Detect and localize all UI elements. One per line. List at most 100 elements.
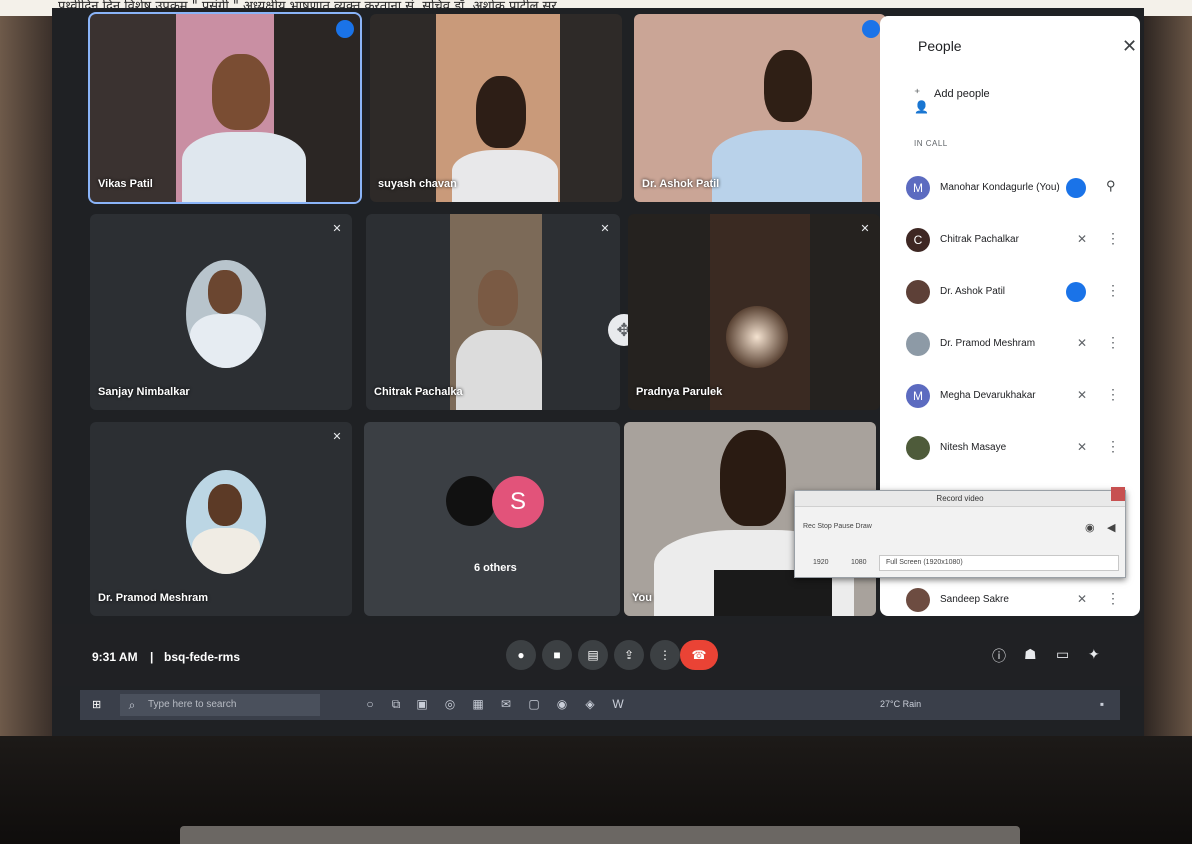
app-icon[interactable]: ◈ (582, 696, 598, 712)
word-icon[interactable]: W (610, 696, 626, 712)
dialog-title: Record video (936, 494, 984, 503)
more-vert-icon[interactable]: ⋮ (1106, 282, 1120, 299)
participant-avatar (906, 436, 930, 460)
separator: | (150, 650, 154, 664)
windows-taskbar: ⊞ ⌕ Type here to search ○ ⧉ ▣ ◎ ▦ ✉ ▢ ◉ … (80, 690, 1120, 720)
participant-row[interactable]: Dr. Ashok Patil ⋮ (906, 280, 1130, 308)
more-vert-icon[interactable]: ⋮ (1106, 438, 1120, 455)
close-icon[interactable]: ✕ (1122, 36, 1137, 57)
mic-button[interactable]: ● (506, 640, 536, 670)
chrome-icon[interactable]: ◉ (554, 696, 570, 712)
others-count-label: 6 others (474, 562, 517, 574)
tile-name-label: You (632, 592, 652, 604)
end-call-button[interactable]: ☎ (680, 640, 718, 670)
search-icon: ⌕ (128, 698, 136, 712)
participant-name: Sandeep Sakre (940, 594, 1009, 605)
participant-head (478, 270, 518, 326)
captions-button[interactable]: ▤ (578, 640, 608, 670)
participant-row[interactable]: Sandeep Sakre ✕ ⋮ (906, 588, 1130, 616)
resolution-select[interactable]: Full Screen (1920x1080) (879, 555, 1119, 571)
video-tile-suyash-chavan[interactable]: suyash chavan (370, 14, 622, 202)
participant-shirt (712, 130, 862, 202)
participant-avatar: C (906, 228, 930, 252)
tile-name-label: Pradnya Parulek (636, 386, 723, 398)
pin-icon[interactable]: ⚲ (1106, 178, 1116, 194)
task-view-icon[interactable]: ⧉ (388, 696, 404, 712)
speaking-indicator-icon (862, 20, 880, 38)
present-button[interactable]: ⇪ (614, 640, 644, 670)
system-tray-weather[interactable]: 27°C Rain (880, 699, 921, 709)
video-tile-others[interactable]: S 6 others (364, 422, 620, 616)
store-icon[interactable]: ▣ (414, 696, 430, 712)
search-placeholder: Type here to search (148, 699, 237, 710)
close-icon[interactable] (1111, 487, 1125, 501)
height-field[interactable]: 1080 (851, 559, 867, 566)
webcam-icon[interactable]: ◉ (1085, 521, 1095, 534)
video-tile-dr-pramod-meshram[interactable]: ✕ Dr. Pramod Meshram (90, 422, 352, 616)
add-people-button[interactable]: Add people (934, 88, 990, 100)
file-explorer-icon[interactable]: ▦ (470, 696, 486, 712)
participant-avatar (906, 280, 930, 304)
laptop-screen: Vikas Patil suyash chavan Dr. Ashok Pati… (52, 8, 1144, 736)
participant-row[interactable]: Nitesh Masaye ✕ ⋮ (906, 436, 1130, 464)
participant-name: Megha Devarukhakar (940, 390, 1036, 401)
participant-name: Manohar Kondagurle (You) (940, 182, 1060, 193)
more-vert-icon[interactable]: ⋮ (1106, 590, 1120, 607)
more-options-icon[interactable] (1066, 178, 1086, 198)
mic-off-icon: ✕ (332, 431, 342, 443)
participant-initial-avatar: S (492, 476, 544, 528)
participant-name: Dr. Ashok Patil (940, 286, 1006, 297)
more-vert-icon[interactable]: ⋮ (1106, 230, 1120, 247)
participant-shirt (182, 132, 306, 202)
dialog-titlebar: Record video (795, 487, 1125, 507)
more-options-button[interactable]: ⋮ (650, 640, 680, 670)
mic-off-icon: ✕ (1076, 388, 1088, 402)
video-tile-dr-ashok-patil[interactable]: Dr. Ashok Patil (634, 14, 886, 202)
mic-off-icon: ✕ (600, 223, 610, 235)
app-icon[interactable]: ▢ (526, 696, 542, 712)
participant-avatar (906, 332, 930, 356)
participant-row[interactable]: M Megha Devarukhakar ✕ ⋮ (906, 384, 1130, 412)
windows-logo-icon[interactable]: ⊞ (92, 699, 104, 711)
width-field[interactable]: 1920 (813, 559, 829, 566)
video-tile-chitrak-pachalkar[interactable]: ✕ Chitrak Pachalka (366, 214, 620, 410)
mail-icon[interactable]: ✉ (498, 696, 514, 712)
meeting-controls-bar: 9:31 AM | bsq-fede-rms ● ■ ▤ ⇪ ⋮ ☎ ⓘ ☗ ▭… (52, 624, 1144, 686)
tile-name-label: Dr. Pramod Meshram (98, 592, 209, 604)
light-glare (726, 306, 788, 368)
video-tile-pradnya-parulekar[interactable]: ✕ Pradnya Parulek (628, 214, 880, 410)
speaking-indicator-icon (1066, 282, 1086, 302)
add-person-icon[interactable]: ⁺👤 (914, 86, 930, 114)
notification-icon[interactable]: ▪ (1094, 696, 1110, 712)
activities-icon[interactable]: ✦ (1088, 646, 1100, 663)
participant-photo (186, 470, 266, 574)
in-call-section-label: IN CALL (914, 139, 948, 148)
cortana-icon[interactable]: ○ (362, 696, 378, 712)
participant-row[interactable]: C Chitrak Pachalkar ✕ ⋮ (906, 228, 1130, 256)
info-icon[interactable]: ⓘ (992, 646, 1006, 666)
audio-icon[interactable]: ◀ (1107, 521, 1115, 534)
video-tile-vikas-patil[interactable]: Vikas Patil (90, 14, 360, 202)
chat-icon[interactable]: ▭ (1056, 646, 1069, 663)
camera-button[interactable]: ■ (542, 640, 572, 670)
participant-avatar (446, 476, 496, 526)
participant-name: Chitrak Pachalkar (940, 234, 1019, 245)
participant-row[interactable]: M Manohar Kondagurle (You) ⚲ (906, 176, 1130, 204)
participant-shirt (452, 150, 558, 202)
video-tile-sanjay-nimbalkar[interactable]: ✕ Sanjay Nimbalkar (90, 214, 352, 410)
laptop-bezel-left (0, 16, 52, 844)
participant-photo (186, 260, 266, 368)
participant-avatar: M (906, 384, 930, 408)
people-icon[interactable]: ☗ (1024, 646, 1037, 663)
record-controls[interactable]: Rec Stop Pause Draw (803, 523, 872, 530)
more-vert-icon[interactable]: ⋮ (1106, 386, 1120, 403)
mic-off-icon: ✕ (1076, 440, 1088, 454)
participant-row[interactable]: Dr. Pramod Meshram ✕ ⋮ (906, 332, 1130, 360)
tile-name-label: Dr. Ashok Patil (642, 178, 720, 190)
mic-off-icon: ✕ (1076, 592, 1088, 606)
edge-icon[interactable]: ◎ (442, 696, 458, 712)
record-video-dialog: Record video Rec Stop Pause Draw ◉ ◀ 192… (794, 487, 1126, 578)
taskbar-search-input[interactable]: ⌕ Type here to search (120, 694, 320, 716)
tile-name-label: Vikas Patil (98, 178, 153, 190)
more-vert-icon[interactable]: ⋮ (1106, 334, 1120, 351)
